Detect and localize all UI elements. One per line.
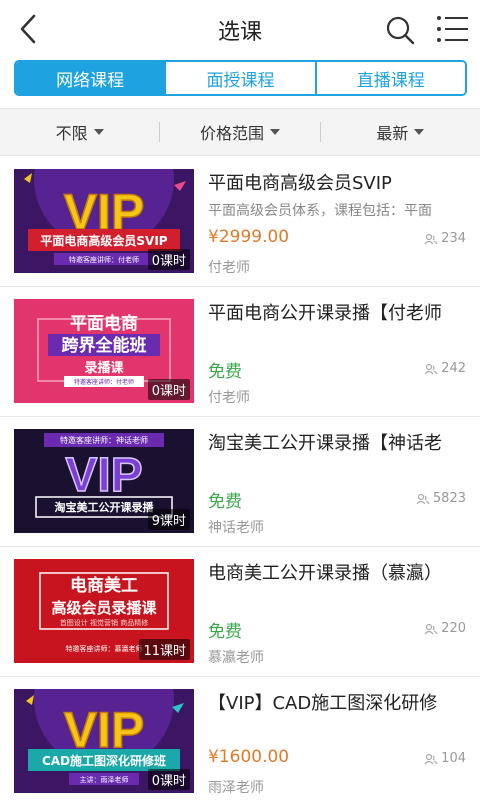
- people-icon: [424, 623, 438, 634]
- course-teacher: 付老师: [208, 390, 250, 406]
- thumb-line2-text: 跨界全能班: [62, 335, 147, 356]
- tab-live-courses[interactable]: 直播课程: [316, 62, 465, 94]
- list-menu-icon[interactable]: [436, 14, 470, 44]
- app-header: 选课: [0, 0, 480, 58]
- view-count: 242: [424, 361, 466, 376]
- thumb-sub-text: 特邀客座讲师：付老师: [74, 378, 134, 386]
- course-thumbnail: VIP 平面电商高级会员SVIP 特邀客座讲师：付老师 0课时: [14, 169, 194, 273]
- course-description: 平面高级会员体系，课程包括：平面: [208, 203, 432, 219]
- filter-category-label: 不限: [55, 124, 88, 143]
- course-list: VIP 平面电商高级会员SVIP 特邀客座讲师：付老师 0课时 平面电商高级会员…: [0, 157, 480, 800]
- course-teacher: 神话老师: [208, 520, 264, 536]
- thumb-sub-text: 主讲：雨泽老师: [80, 775, 129, 784]
- course-thumbnail: 特邀客座讲师：神话老师 VIP 淘宝美工公开课录播 9课时: [14, 429, 194, 533]
- course-item[interactable]: 电商美工 高级会员录播课 首图设计 视觉营销 商品精修 特邀客座讲师：慕瀛老师 …: [0, 547, 480, 677]
- people-icon: [416, 493, 430, 504]
- people-icon: [424, 753, 438, 764]
- thumb-banner-text: CAD施工图深化研修班: [42, 753, 166, 768]
- filter-sort[interactable]: 最新: [321, 120, 480, 144]
- course-price: ¥2999.00: [208, 227, 290, 247]
- course-price: ¥1600.00: [208, 747, 290, 767]
- course-teacher: 雨泽老师: [208, 780, 264, 796]
- course-thumbnail: 平面电商 跨界全能班 录播课 特邀客座讲师：付老师 0课时: [14, 299, 194, 403]
- caret-down-icon: [93, 129, 104, 135]
- thumb-line1-text: 平面电商: [70, 313, 138, 334]
- course-teacher: 付老师: [208, 260, 250, 276]
- view-count: 5823: [416, 491, 466, 506]
- course-item[interactable]: VIP CAD施工图深化研修班 主讲：雨泽老师 0课时 【VIP】CAD施工图深…: [0, 677, 480, 800]
- people-icon: [424, 233, 438, 244]
- view-count: 104: [424, 751, 466, 766]
- tab-offline-courses[interactable]: 面授课程: [166, 62, 317, 94]
- course-title: 【VIP】CAD施工图深化研修: [208, 693, 438, 714]
- thumb-top-text: 特邀客座讲师：神话老师: [60, 435, 148, 445]
- view-count-value: 104: [441, 751, 466, 766]
- caret-down-icon: [414, 129, 425, 135]
- filter-category[interactable]: 不限: [0, 120, 159, 144]
- lesson-count: 9课时: [147, 509, 190, 530]
- filter-bar: 不限 价格范围 最新: [0, 108, 480, 156]
- course-price: 免费: [208, 362, 242, 382]
- lesson-count: 11课时: [139, 639, 190, 660]
- filter-sort-label: 最新: [376, 124, 409, 143]
- people-icon: [424, 363, 438, 374]
- course-thumbnail: 电商美工 高级会员录播课 首图设计 视觉营销 商品精修 特邀客座讲师：慕瀛老师 …: [14, 559, 194, 663]
- lesson-count: 0课时: [147, 769, 190, 790]
- course-item[interactable]: 平面电商 跨界全能班 录播课 特邀客座讲师：付老师 0课时 平面电商公开课录播【…: [0, 287, 480, 417]
- thumb-vip-text: VIP: [65, 449, 142, 502]
- thumb-banner-text: 平面电商高级会员SVIP: [40, 233, 167, 248]
- thumb-sub-text: 特邀客座讲师：慕瀛老师: [66, 644, 143, 653]
- course-price: 免费: [208, 622, 242, 642]
- thumb-line1-text: 电商美工: [70, 575, 138, 596]
- course-type-tabs: 网络课程 面授课程 直播课程: [14, 60, 467, 96]
- course-title: 平面电商公开课录播【付老师: [208, 303, 442, 324]
- thumb-line2-text: 高级会员录播课: [51, 599, 157, 617]
- view-count: 234: [424, 231, 466, 246]
- caret-down-icon: [270, 129, 280, 135]
- view-count: 220: [424, 621, 466, 636]
- course-item[interactable]: VIP 平面电商高级会员SVIP 特邀客座讲师：付老师 0课时 平面电商高级会员…: [0, 157, 480, 287]
- course-title: 平面电商高级会员SVIP: [208, 173, 392, 194]
- thumb-sub-text: 特邀客座讲师：付老师: [69, 255, 139, 264]
- search-icon[interactable]: [384, 14, 416, 46]
- course-price: 免费: [208, 492, 242, 512]
- course-item[interactable]: 特邀客座讲师：神话老师 VIP 淘宝美工公开课录播 9课时 淘宝美工公开课录播【…: [0, 417, 480, 547]
- filter-price-label: 价格范围: [199, 124, 264, 143]
- thumb-line3-text: 首图设计 视觉营销 商品精修: [60, 618, 148, 627]
- thumb-banner-text: 淘宝美工公开课录播: [55, 500, 155, 514]
- course-thumbnail: VIP CAD施工图深化研修班 主讲：雨泽老师 0课时: [14, 689, 194, 793]
- view-count-value: 5823: [432, 491, 466, 506]
- filter-price-range[interactable]: 价格范围: [160, 120, 319, 144]
- view-count-value: 242: [441, 361, 466, 376]
- course-title: 电商美工公开课录播（慕瀛）: [208, 563, 442, 584]
- thumb-line3-text: 录播课: [84, 360, 124, 376]
- course-teacher: 慕瀛老师: [208, 650, 264, 666]
- lesson-count: 0课时: [147, 249, 190, 270]
- course-title: 淘宝美工公开课录播【神话老: [208, 433, 442, 454]
- view-count-value: 220: [441, 621, 466, 636]
- view-count-value: 234: [441, 231, 466, 246]
- tab-online-courses[interactable]: 网络课程: [16, 62, 167, 94]
- lesson-count: 0课时: [147, 379, 190, 400]
